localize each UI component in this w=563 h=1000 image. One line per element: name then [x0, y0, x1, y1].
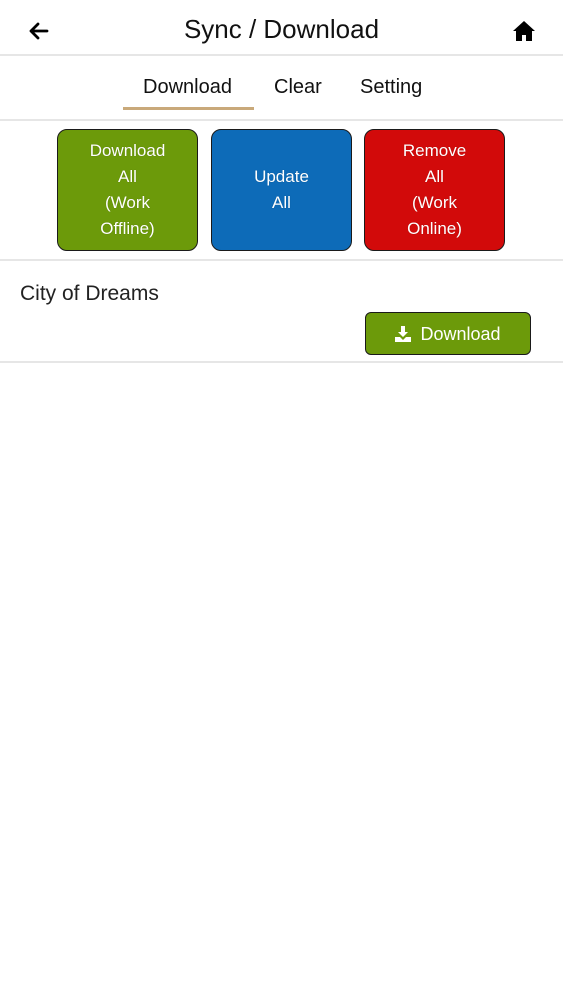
- list-item: City of Dreams Download: [0, 261, 563, 363]
- item-download-button[interactable]: Download: [365, 312, 531, 355]
- item-download-label: Download: [420, 323, 501, 344]
- tab-setting[interactable]: Setting: [360, 74, 422, 100]
- remove-all-label: Remove All (Work Online): [402, 141, 467, 238]
- active-tab-indicator: [123, 107, 254, 110]
- tab-download[interactable]: Download: [143, 74, 232, 100]
- tab-clear[interactable]: Clear: [274, 74, 322, 100]
- update-all-label: Update All: [254, 167, 309, 212]
- page-title: Sync / Download: [183, 14, 380, 44]
- download-all-button[interactable]: Download All (Work Offline): [57, 129, 198, 251]
- tab-bar: Download Clear Setting: [0, 56, 563, 121]
- download-icon: [395, 325, 412, 342]
- update-all-button[interactable]: Update All: [211, 129, 352, 251]
- remove-all-button[interactable]: Remove All (Work Online): [364, 129, 505, 251]
- home-icon: [513, 21, 535, 41]
- item-title: City of Dreams: [20, 282, 159, 305]
- app-header: Sync / Download: [0, 0, 563, 56]
- bulk-actions: Download All (Work Offline) Update All R…: [0, 121, 563, 261]
- download-all-label: Download All (Work Offline): [89, 141, 166, 238]
- home-button[interactable]: [507, 14, 541, 48]
